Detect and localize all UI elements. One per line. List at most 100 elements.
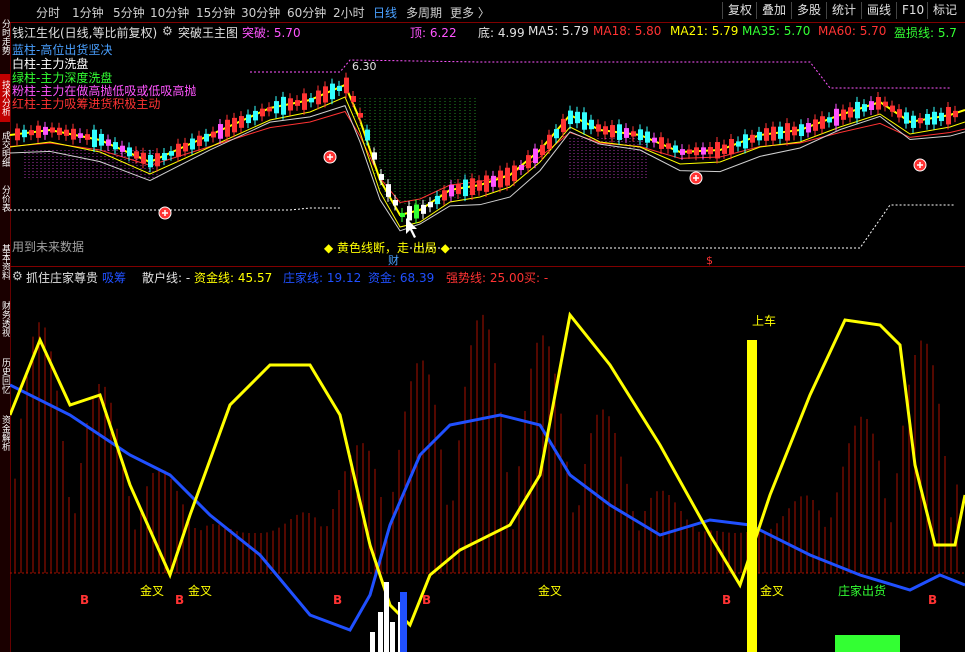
candle-body <box>309 98 314 103</box>
candle-body <box>99 133 104 146</box>
candle-body <box>141 152 146 164</box>
candle-body <box>834 108 839 126</box>
candle-body <box>820 116 825 129</box>
duogu-button[interactable]: 多股 <box>791 2 826 19</box>
candle-body <box>113 142 118 150</box>
indicator-layer <box>10 311 965 652</box>
high-price-label: 6.30 <box>352 60 377 73</box>
ma18-value: MA18: 5.80 <box>593 24 662 38</box>
period-1min[interactable]: 1分钟 <box>72 4 104 21</box>
candle-body <box>85 134 90 140</box>
yingsun-value: 盈损线: 5.7 <box>894 26 957 40</box>
candle-body <box>946 106 951 125</box>
candle-body <box>442 190 447 201</box>
candle-body <box>428 202 433 208</box>
candle-body <box>470 178 475 196</box>
sanhu-value: 散户线: - <box>142 271 191 285</box>
period-60min[interactable]: 60分钟 <box>287 4 326 21</box>
period-fenshi[interactable]: 分时 <box>36 4 60 21</box>
jincha-label-1: 金叉 <box>140 583 164 598</box>
candle-body <box>337 85 342 92</box>
candle-body <box>862 104 867 112</box>
zijin-line <box>10 311 965 628</box>
tongji-button[interactable]: 统计 <box>826 2 861 19</box>
fuquan-button[interactable]: 复权 <box>722 2 757 19</box>
period-30min[interactable]: 30分钟 <box>241 4 280 21</box>
jincha-label-2: 金叉 <box>188 583 212 598</box>
sidebar-tab-jishu[interactable]: 技术分析 <box>0 74 10 122</box>
candle-body <box>253 110 258 121</box>
candle-body <box>302 93 307 110</box>
candle-body <box>554 129 559 139</box>
candle-body <box>36 125 41 138</box>
candle-body <box>624 128 629 138</box>
candle-body <box>456 184 461 194</box>
xichou-label: 吸筹 <box>102 271 127 285</box>
candle-body <box>155 153 160 167</box>
qiangshi-value: 强势线: 25.00 <box>446 271 525 285</box>
sidebar-tab-caiwu[interactable]: 财务透视 <box>0 294 10 344</box>
sub-gear-icon[interactable]: ⚙ <box>12 269 23 283</box>
candle-body <box>897 109 902 118</box>
zhuang-chuhuo-label: 庄家出货 <box>838 583 886 598</box>
candle-body <box>120 145 125 152</box>
sidebar-tab-fenshi[interactable]: 分时走势 <box>0 2 10 72</box>
sidebar-tab-lishi[interactable]: 历史回忆 <box>0 346 10 406</box>
candle-body <box>722 144 727 154</box>
candle-body <box>848 107 853 118</box>
candle-body <box>736 141 741 147</box>
sub-indicator-name[interactable]: 抓住庄家尊贵 <box>26 269 98 286</box>
stock-title: 钱江生化(日线,等比前复权) <box>12 26 158 40</box>
candle-body <box>645 131 650 143</box>
candle-body <box>785 123 790 141</box>
candle-body <box>610 125 615 138</box>
candle-body <box>225 119 230 137</box>
diejia-button[interactable]: 叠加 <box>756 2 791 19</box>
candle-body <box>92 129 97 148</box>
period-15min[interactable]: 15分钟 <box>196 4 235 21</box>
candle-body <box>246 114 251 124</box>
period-2hour[interactable]: 2小时 <box>333 4 365 21</box>
gear-icon[interactable]: ⚙ <box>162 24 173 38</box>
candle-body <box>568 110 573 125</box>
period-10min[interactable]: 10分钟 <box>150 4 189 21</box>
candle-body <box>841 109 846 120</box>
sidebar-tab-chengjiao[interactable]: 成交明细 <box>0 124 10 174</box>
main-indicator-name[interactable]: 突破王主图 <box>178 24 238 41</box>
candle-body <box>932 111 937 125</box>
sidebar-tab-zijin[interactable]: 资金解析 <box>0 408 10 458</box>
biaoji-button[interactable]: 标记 <box>927 2 962 19</box>
candle-body <box>827 117 832 123</box>
candle-body <box>421 204 426 214</box>
sidebar-tab-jiben[interactable]: 基本资料 <box>0 232 10 292</box>
candle-body <box>561 118 566 133</box>
candle-body <box>169 151 174 156</box>
candle-body <box>918 117 923 124</box>
candle-body <box>197 135 202 147</box>
period-daily[interactable]: 日线 <box>373 4 397 21</box>
candle-body <box>162 153 167 161</box>
period-more[interactable]: 更多 〉 <box>450 4 490 21</box>
period-5min[interactable]: 5分钟 <box>113 4 145 21</box>
f10-button[interactable]: F10 <box>896 2 929 19</box>
white-bar <box>384 582 389 652</box>
sidebar-tab-fenjia[interactable]: 分价表 <box>0 176 10 220</box>
baseline-dotted <box>10 207 340 211</box>
candle-body <box>148 154 153 168</box>
kline-chart[interactable]: 6.30 ◆ 黄色线断，走 出局 ◆ 财 $ <box>10 40 965 266</box>
candle-body <box>876 97 881 110</box>
candle-body <box>778 126 783 139</box>
candle-body <box>477 180 482 191</box>
period-multi[interactable]: 多周期 <box>406 4 442 21</box>
white-bar <box>370 632 375 652</box>
candle-body <box>127 147 132 157</box>
indicator-chart[interactable]: 上车 金叉 金叉 金叉 金叉 庄家出货 B B B B B B <box>10 285 965 652</box>
candle-body <box>631 131 636 137</box>
candle-body <box>701 147 706 155</box>
shangche-label: 上车 <box>752 313 776 328</box>
huaxian-button[interactable]: 画线 <box>861 2 896 19</box>
candle-body <box>204 133 209 142</box>
white-bar <box>378 612 383 652</box>
candle-body <box>939 112 944 122</box>
candle-body <box>890 105 895 112</box>
